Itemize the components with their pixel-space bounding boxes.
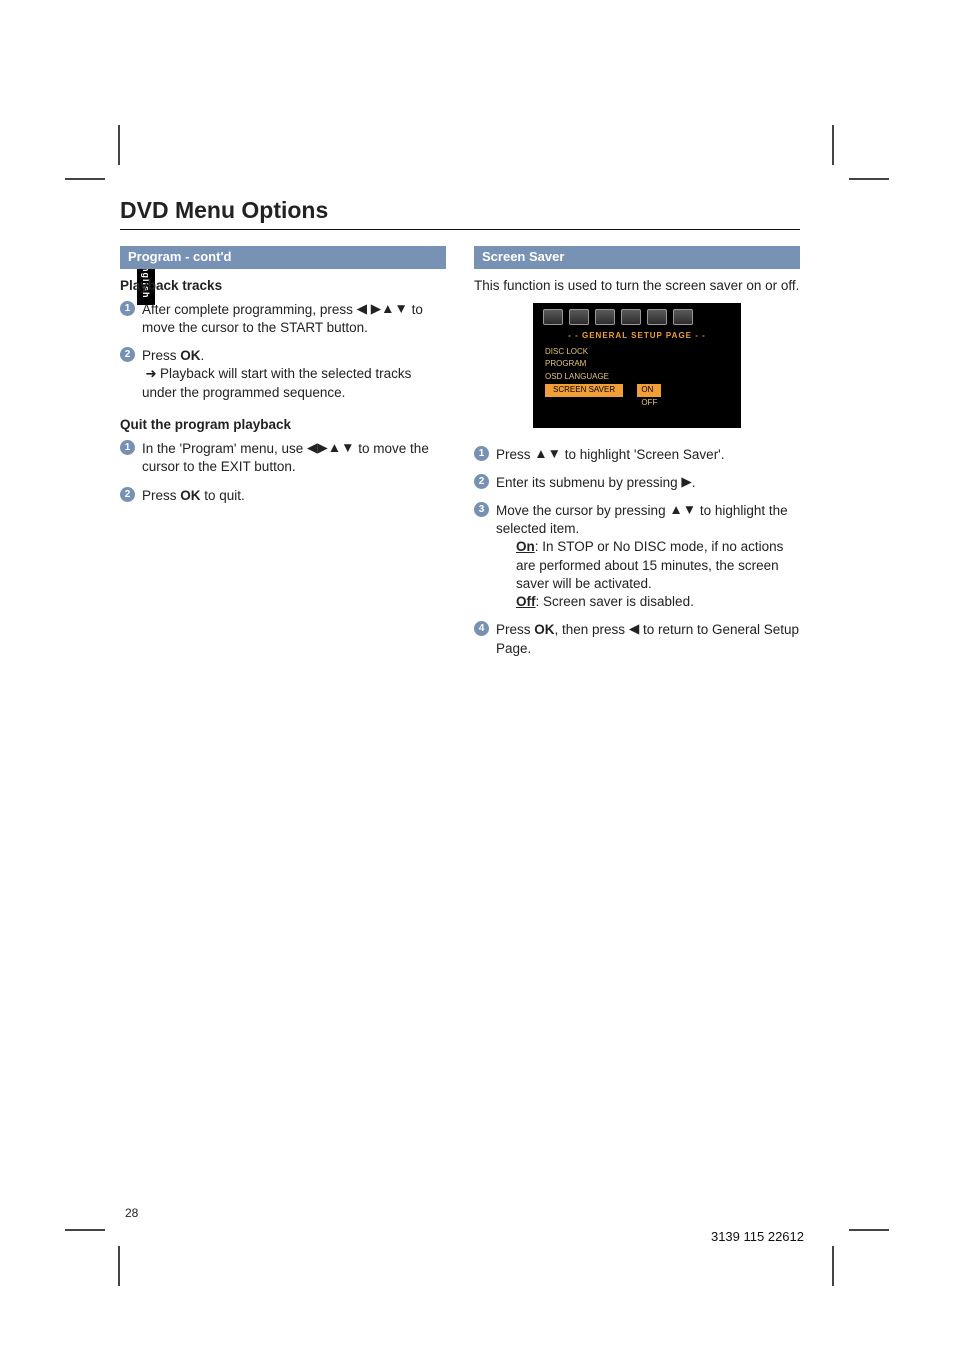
step-text: Enter its submenu by pressing bbox=[496, 475, 681, 490]
left-column: Program - cont'd Playback tracks After c… bbox=[120, 246, 446, 668]
page-number: 28 bbox=[125, 1205, 138, 1221]
playback-step-2: Press OK. ➜Playback will start with the … bbox=[120, 347, 446, 402]
subhead-playback-tracks: Playback tracks bbox=[120, 277, 446, 295]
osd-icon-row bbox=[537, 307, 737, 331]
step-note: Playback will start with the selected tr… bbox=[142, 366, 411, 399]
arrow-down-icon: ▼ bbox=[395, 300, 408, 318]
option-off-label: Off bbox=[516, 594, 536, 609]
section-header-screensaver: Screen Saver bbox=[474, 246, 800, 269]
osd-menu-item: OSD LANGUAGE bbox=[537, 371, 737, 384]
option-on-text: : In STOP or No DISC mode, if no actions… bbox=[516, 539, 783, 590]
step-text: Press bbox=[496, 447, 534, 462]
osd-option-off: OFF bbox=[637, 397, 661, 410]
arrow-up-icon: ▲ bbox=[669, 501, 682, 519]
arrow-right-icon: ▶ bbox=[371, 300, 381, 318]
step-text: . bbox=[201, 348, 205, 363]
step-text: Press bbox=[142, 348, 180, 363]
step-text: Press bbox=[496, 622, 534, 637]
section-header-program: Program - cont'd bbox=[120, 246, 446, 269]
osd-tab-icon bbox=[673, 309, 693, 325]
osd-menu-item: PROGRAM bbox=[537, 358, 737, 371]
ss-step-1: Press ▲▼ to highlight 'Screen Saver'. bbox=[474, 446, 800, 464]
arrow-right-icon: ▶ bbox=[317, 439, 327, 457]
quit-steps: In the 'Program' menu, use ◀▶▲▼ to move … bbox=[120, 440, 446, 505]
osd-tab-icon bbox=[647, 309, 667, 325]
page-content: DVD Menu Options Program - cont'd Playba… bbox=[120, 195, 800, 668]
osd-option-on: ON bbox=[637, 384, 661, 397]
quit-step-2: Press OK to quit. bbox=[120, 487, 446, 505]
ok-key: OK bbox=[534, 622, 554, 637]
osd-menu-item: DISC LOCK bbox=[537, 346, 737, 359]
playback-steps: After complete programming, press ◀ ▶▲▼ … bbox=[120, 301, 446, 402]
osd-screenshot: - - GENERAL SETUP PAGE - - DISC LOCK PRO… bbox=[533, 303, 741, 428]
arrow-down-icon: ▼ bbox=[548, 445, 561, 463]
subhead-quit-playback: Quit the program playback bbox=[120, 416, 446, 434]
arrow-up-icon: ▲ bbox=[534, 445, 547, 463]
arrow-down-icon: ▼ bbox=[341, 439, 354, 457]
arrow-left-icon: ◀ bbox=[629, 620, 639, 638]
step-text: to highlight 'Screen Saver'. bbox=[561, 447, 725, 462]
arrow-left-icon: ◀ bbox=[307, 439, 317, 457]
ok-key: OK bbox=[180, 348, 200, 363]
ss-step-2: Enter its submenu by pressing ▶. bbox=[474, 474, 800, 492]
step-text: After complete programming, press bbox=[142, 302, 357, 317]
arrow-up-icon: ▲ bbox=[381, 300, 394, 318]
crop-mark-bl bbox=[90, 1201, 150, 1261]
page-title: DVD Menu Options bbox=[120, 195, 800, 230]
step-text: In the 'Program' menu, use bbox=[142, 441, 307, 456]
manual-page: English DVD Menu Options Program - cont'… bbox=[0, 0, 954, 1351]
osd-tab-icon bbox=[621, 309, 641, 325]
step-text: . bbox=[692, 475, 696, 490]
osd-menu-item-highlight: SCREEN SAVER bbox=[545, 384, 623, 397]
step-text: to quit. bbox=[201, 488, 245, 503]
arrow-left-icon: ◀ bbox=[357, 300, 367, 318]
crop-mark-tr bbox=[804, 150, 864, 210]
step-text: Move the cursor by pressing bbox=[496, 503, 669, 518]
osd-page-title: - - GENERAL SETUP PAGE - - bbox=[537, 331, 737, 346]
quit-step-1: In the 'Program' menu, use ◀▶▲▼ to move … bbox=[120, 440, 446, 476]
arrow-down-icon: ▼ bbox=[683, 501, 696, 519]
ss-step-3: Move the cursor by pressing ▲▼ to highli… bbox=[474, 502, 800, 611]
step-text: , then press bbox=[555, 622, 629, 637]
arrow-right-icon: ▶ bbox=[681, 473, 691, 491]
crop-mark-br bbox=[804, 1201, 864, 1261]
ok-key: OK bbox=[180, 488, 200, 503]
screensaver-intro: This function is used to turn the screen… bbox=[474, 277, 800, 295]
option-on-label: On bbox=[516, 539, 535, 554]
playback-step-1: After complete programming, press ◀ ▶▲▼ … bbox=[120, 301, 446, 337]
screensaver-steps: Press ▲▼ to highlight 'Screen Saver'. En… bbox=[474, 446, 800, 658]
step-text: Press bbox=[142, 488, 180, 503]
footer-code: 3139 115 22612 bbox=[711, 1228, 804, 1246]
option-off-text: : Screen saver is disabled. bbox=[536, 594, 694, 609]
osd-tab-icon bbox=[543, 309, 563, 325]
arrow-up-icon: ▲ bbox=[328, 439, 341, 457]
right-column: Screen Saver This function is used to tu… bbox=[474, 246, 800, 668]
osd-tab-icon bbox=[569, 309, 589, 325]
osd-tab-icon bbox=[595, 309, 615, 325]
ss-step-4: Press OK, then press ◀ to return to Gene… bbox=[474, 621, 800, 657]
